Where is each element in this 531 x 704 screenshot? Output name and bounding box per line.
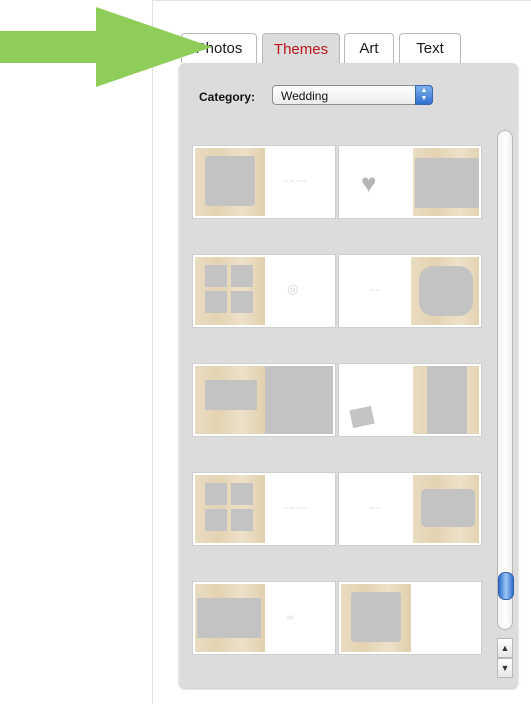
tab-art[interactable]: Art [344,33,394,63]
theme-thumbnail[interactable]: ◎ [193,255,335,327]
theme-thumbnail[interactable] [193,364,335,436]
scroll-down-icon[interactable]: ▼ [497,658,513,678]
theme-list: ~~~~ ♥ ◎ ~~ ~~~~ ~~ ∞ [189,121,489,681]
category-selected-value: Wedding [281,89,329,103]
theme-thumbnail[interactable]: ~~ [339,255,481,327]
category-label: Category: [199,90,256,104]
scrollbar-thumb[interactable] [498,572,514,600]
tab-themes[interactable]: Themes [262,33,340,65]
theme-thumbnail[interactable] [339,582,481,654]
themes-panel: Category: Wedding ▲ ▼ ~~~~ ♥ ◎ ~~ ~~~~ ~… [179,63,518,688]
scroll-up-icon[interactable]: ▲ [497,638,513,658]
up-down-arrows-icon: ▲ ▼ [415,85,433,105]
theme-thumbnail[interactable]: ~~ [339,473,481,545]
tab-themes-label: Themes [273,41,329,58]
tab-text[interactable]: Text [399,33,461,63]
theme-thumbnail[interactable]: ~~~~ [193,473,335,545]
content-divider [152,0,153,704]
scrollbar-track[interactable] [497,130,513,630]
theme-thumbnail[interactable]: ∞ [193,582,335,654]
tab-text-label: Text [416,40,444,57]
theme-thumbnail[interactable]: ♥ [339,146,481,218]
theme-thumbnail[interactable]: ~~~~ [193,146,335,218]
content-top-divider [152,0,531,1]
theme-thumbnail[interactable] [339,364,481,436]
green-arrow-icon [0,7,212,87]
theme-list-scrollbar[interactable]: ▲ ▼ [496,130,514,678]
tab-art-label: Art [359,40,379,57]
category-select[interactable]: Wedding ▲ ▼ [272,85,433,105]
